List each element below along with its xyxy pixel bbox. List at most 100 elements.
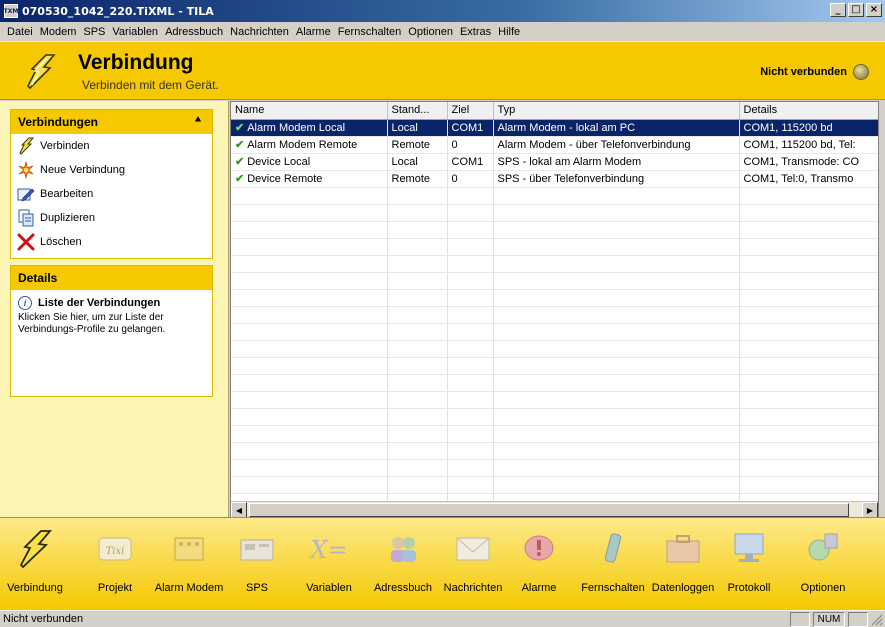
empty-cell <box>739 442 878 460</box>
task-label: Löschen <box>40 236 82 248</box>
empty-cell <box>493 187 740 205</box>
empty-row <box>231 476 878 494</box>
collapse-icon[interactable]: ⯅ <box>194 115 202 126</box>
toolbar-adressbuch-button[interactable]: Adressbuch <box>368 524 438 608</box>
empty-cell <box>493 357 740 375</box>
column-header-stand[interactable]: Stand... <box>387 102 448 120</box>
toolbar-label: SPS <box>245 582 268 594</box>
table-row[interactable]: ✔ Device Local Local COM1 SPS - lokal am … <box>231 153 878 171</box>
menu-variablen[interactable]: Variablen <box>109 26 161 38</box>
maximize-button[interactable]: □ <box>848 3 864 17</box>
close-button[interactable]: × <box>866 3 882 17</box>
menu-optionen[interactable]: Optionen <box>405 26 456 38</box>
empty-row <box>231 221 878 239</box>
menu-extras[interactable]: Extras <box>457 26 494 38</box>
column-header-ziel[interactable]: Ziel <box>447 102 494 120</box>
toolbar-datenloggen-button[interactable]: Datenloggen <box>648 524 718 608</box>
empty-cell <box>739 323 878 341</box>
details-panel-title: Details <box>18 271 58 285</box>
empty-cell <box>231 357 388 375</box>
empty-cell <box>739 391 878 409</box>
empty-cell <box>387 476 448 494</box>
empty-cell <box>387 425 448 443</box>
cell-typ: Alarm Modem - über Telefonverbindung <box>493 136 740 154</box>
empty-cell <box>493 374 740 392</box>
title-bar[interactable]: TXM 070530_1042_220.TiXML - TILA _ □ × <box>0 0 885 22</box>
options-icon <box>803 528 843 568</box>
toolbar-variablen-button[interactable]: X= Variablen <box>294 524 364 608</box>
empty-cell <box>387 374 448 392</box>
task-neue-verbindung[interactable]: Neue Verbindung <box>11 158 212 182</box>
num-lock-indicator: NUM <box>813 612 845 627</box>
menu-bar: Datei Modem SPS Variablen Adressbuch Nac… <box>0 22 885 41</box>
menu-fernschalten[interactable]: Fernschalten <box>335 26 405 38</box>
empty-row <box>231 289 878 307</box>
toolbar-alarme-button[interactable]: Alarme <box>504 524 574 608</box>
toolbar-label: Verbindung <box>7 582 63 594</box>
empty-row <box>231 459 878 477</box>
column-header-typ[interactable]: Typ <box>493 102 740 120</box>
task-verbinden[interactable]: Verbinden <box>11 134 212 158</box>
empty-cell <box>739 306 878 324</box>
remote-switch-icon <box>593 528 633 568</box>
task-loeschen[interactable]: Löschen <box>11 230 212 254</box>
toolbar-optionen-button[interactable]: Optionen <box>788 524 858 608</box>
task-bearbeiten[interactable]: Bearbeiten <box>11 182 212 206</box>
scroll-right-button[interactable]: ▶ <box>862 502 878 518</box>
menu-modem[interactable]: Modem <box>37 26 80 38</box>
empty-row <box>231 306 878 324</box>
empty-cell <box>493 340 740 358</box>
cell-details: COM1, 115200 bd <box>739 119 878 137</box>
empty-cell <box>231 221 388 239</box>
menu-adressbuch[interactable]: Adressbuch <box>162 26 226 38</box>
column-header-name[interactable]: Name <box>231 102 388 120</box>
details-panel-header[interactable]: Details <box>11 266 212 290</box>
svg-text:X=: X= <box>309 536 348 564</box>
plc-icon <box>237 528 277 568</box>
task-label: Neue Verbindung <box>40 164 126 176</box>
minimize-button[interactable]: _ <box>830 3 846 17</box>
menu-nachrichten[interactable]: Nachrichten <box>227 26 292 38</box>
toolbar-fernschalten-button[interactable]: Fernschalten <box>578 524 648 608</box>
scroll-left-button[interactable]: ◀ <box>231 502 247 518</box>
empty-cell <box>493 476 740 494</box>
column-header-details[interactable]: Details <box>739 102 878 120</box>
cell-name: ✔ Device Local <box>231 153 388 171</box>
empty-cell <box>493 408 740 426</box>
details-panel: Details i Liste der Verbindungen Klicken… <box>10 265 213 397</box>
app-icon: TXM <box>4 4 18 18</box>
cell-ziel: COM1 <box>447 119 494 137</box>
cell-details: COM1, 115200 bd, Tel: <box>739 136 878 154</box>
empty-row <box>231 408 878 426</box>
toolbar-label: Datenloggen <box>651 582 715 594</box>
table-row[interactable]: ✔ Device Remote Remote 0 SPS - über Telef… <box>231 170 878 188</box>
empty-cell <box>739 255 878 273</box>
menu-datei[interactable]: Datei <box>4 26 36 38</box>
empty-cell <box>387 204 448 222</box>
table-row[interactable]: ✔ Alarm Modem Local Local COM1 Alarm Mode… <box>231 119 878 137</box>
toolbar-projekt-button[interactable]: Tixi Projekt <box>80 524 150 608</box>
toolbar-sps-button[interactable]: SPS <box>222 524 292 608</box>
menu-sps[interactable]: SPS <box>80 26 108 38</box>
lightning-icon <box>27 54 56 90</box>
svg-text:Tixi: Tixi <box>106 546 125 557</box>
toolbar-verbindung-button[interactable]: Verbindung <box>0 524 70 608</box>
menu-hilfe[interactable]: Hilfe <box>495 26 523 38</box>
table-row[interactable]: ✔ Alarm Modem Remote Remote 0 Alarm Modem… <box>231 136 878 154</box>
scroll-thumb[interactable] <box>249 503 849 517</box>
empty-cell <box>447 221 494 239</box>
resize-grip-icon[interactable] <box>871 614 883 626</box>
toolbar-alarm-modem-button[interactable]: Alarm Modem <box>154 524 224 608</box>
task-duplizieren[interactable]: Duplizieren <box>11 206 212 230</box>
empty-cell <box>387 255 448 273</box>
connections-panel-header[interactable]: Verbindungen ⯅ <box>11 110 212 134</box>
empty-cell <box>387 408 448 426</box>
details-info-title[interactable]: i Liste der Verbindungen <box>11 290 212 312</box>
toolbar-protokoll-button[interactable]: Protokoll <box>714 524 784 608</box>
empty-row <box>231 204 878 222</box>
toolbar-nachrichten-button[interactable]: Nachrichten <box>438 524 508 608</box>
menu-alarme[interactable]: Alarme <box>293 26 334 38</box>
empty-cell <box>387 442 448 460</box>
envelope-icon <box>453 528 493 568</box>
horizontal-scrollbar[interactable]: ◀ ▶ <box>231 501 878 518</box>
